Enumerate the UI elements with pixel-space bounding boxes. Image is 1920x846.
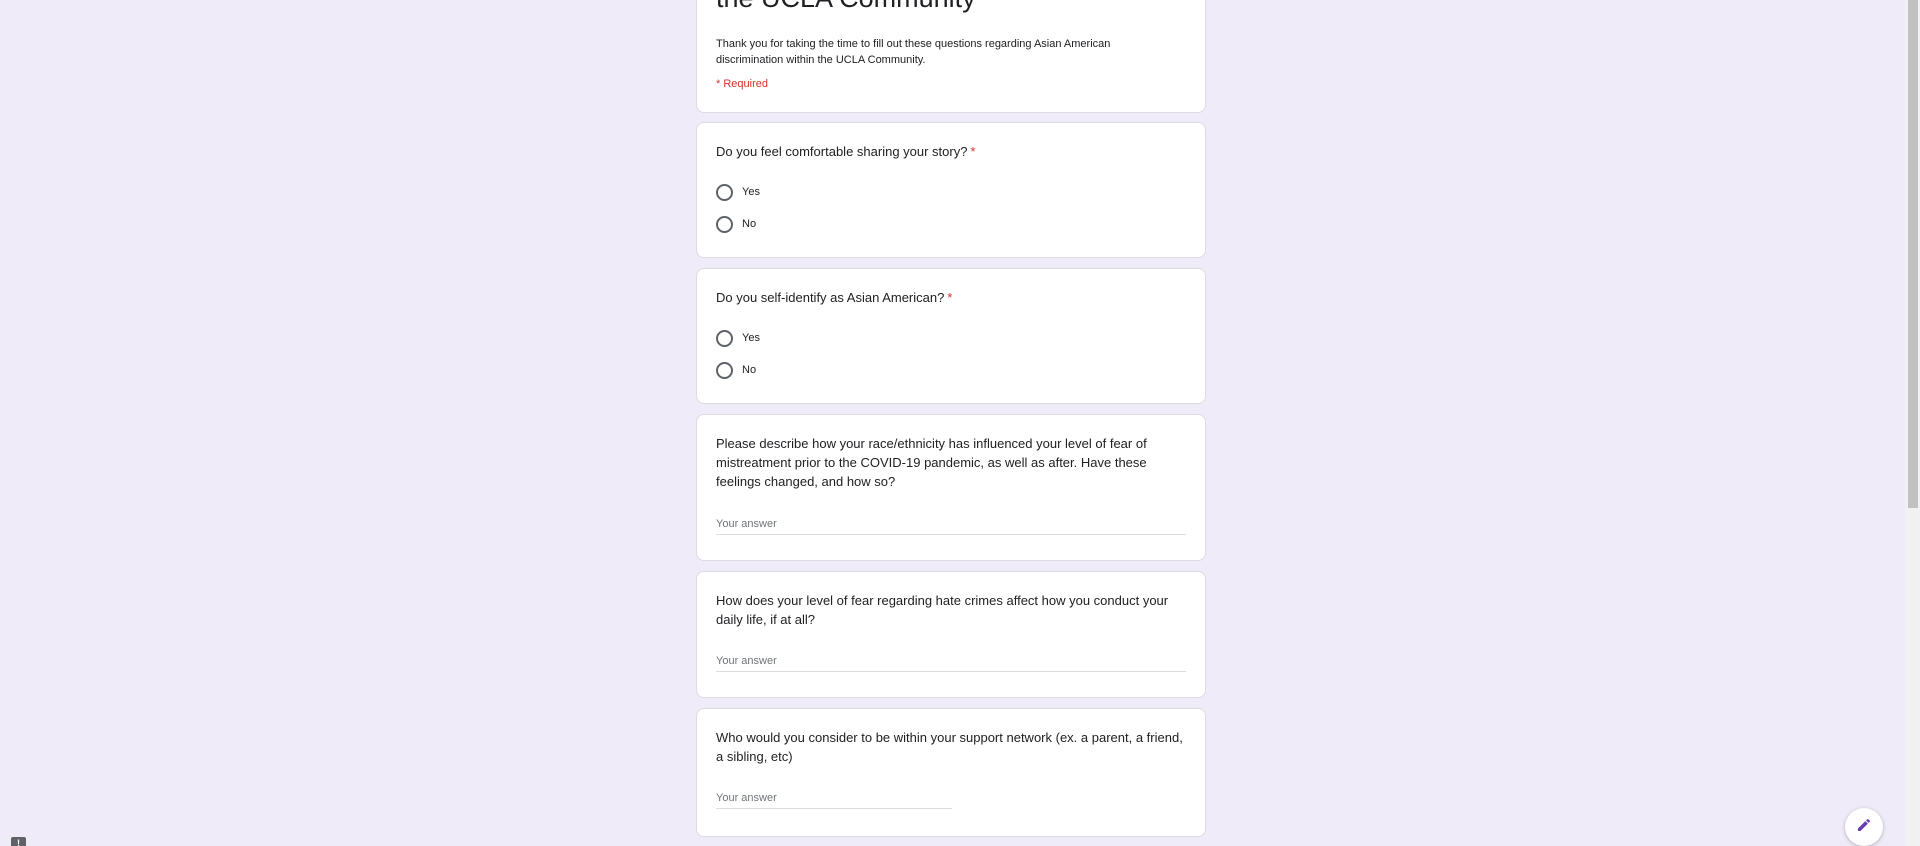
option-yes[interactable]: Yes (716, 328, 760, 348)
form-description: Thank you for taking the time to fill ou… (716, 38, 1111, 66)
option-no[interactable]: No (716, 214, 756, 234)
option-label: No (742, 218, 757, 230)
question-card-hate-crimes: How does your level of fear regarding ha… (696, 571, 1206, 698)
option-label: No (742, 364, 757, 376)
radio-button[interactable] (716, 329, 733, 347)
question-text: How does your level of fear regarding ha… (716, 593, 1169, 627)
report-icon[interactable]: ! (11, 837, 26, 846)
radio-button[interactable] (716, 215, 733, 233)
scrollbar-thumb[interactable] (1908, 0, 1918, 508)
page-scrollbar[interactable] (1905, 0, 1920, 846)
option-yes[interactable]: Yes (716, 182, 760, 202)
answer-input[interactable]: Your answer (716, 518, 1186, 535)
question-title: Do you self-identify as Asian American? * (716, 288, 1186, 307)
required-asterisk: * (947, 290, 953, 305)
form-page: the UCLA Community Thank you for taking … (0, 0, 1920, 846)
question-text: Who would you consider to be within your… (716, 730, 1183, 764)
answer-input[interactable]: Your answer (716, 792, 952, 809)
option-label: Yes (742, 186, 760, 198)
pencil-icon (1856, 817, 1872, 838)
question-card-comfortable-sharing: Do you feel comfortable sharing your sto… (696, 122, 1206, 258)
question-card-support-network: Who would you consider to be within your… (696, 708, 1206, 837)
option-label: Yes (742, 332, 760, 344)
form-header-card: the UCLA Community Thank you for taking … (696, 0, 1206, 113)
answer-input[interactable]: Your answer (716, 655, 1186, 672)
question-title: Do you feel comfortable sharing your sto… (716, 142, 1186, 161)
edit-button[interactable] (1845, 808, 1883, 846)
required-asterisk: * (970, 144, 976, 159)
radio-button[interactable] (716, 361, 733, 379)
question-card-self-identify: Do you self-identify as Asian American? *… (696, 268, 1206, 404)
option-no[interactable]: No (716, 360, 756, 380)
question-card-race-fear: Please describe how your race/ethnicity … (696, 414, 1206, 561)
question-text: Please describe how your race/ethnicity … (716, 436, 1147, 489)
form-title: the UCLA Community (716, 0, 976, 14)
required-note: * Required (716, 78, 768, 90)
question-text: Do you self-identify as Asian American? (716, 290, 945, 305)
radio-button[interactable] (716, 183, 733, 201)
question-text: Do you feel comfortable sharing your sto… (716, 144, 968, 159)
